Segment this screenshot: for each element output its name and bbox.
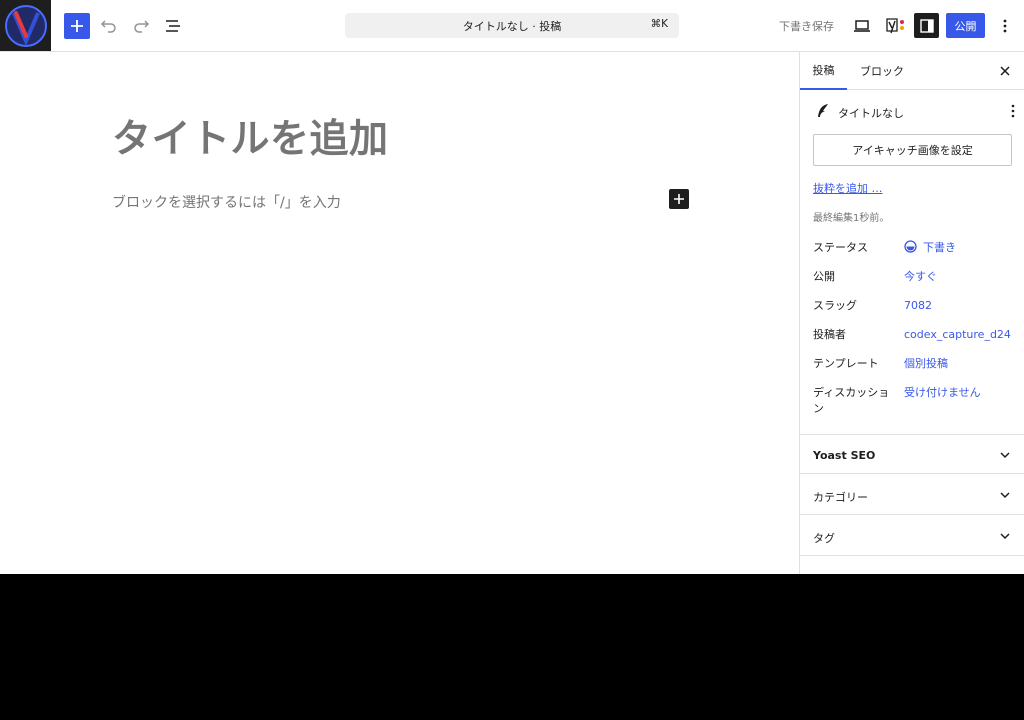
status-value: 下書き: [923, 241, 956, 254]
panel-categories[interactable]: カテゴリー: [800, 473, 1024, 515]
close-sidebar-button[interactable]: [997, 63, 1013, 79]
undo-icon: [100, 20, 116, 33]
meta-row-discussion: ディスカッション 受け付けません: [813, 385, 1013, 417]
redo-button[interactable]: [128, 13, 154, 39]
meta-row-author: 投稿者 codex_capture_d24: [813, 327, 1013, 343]
panel-title: Yoast SEO: [813, 449, 876, 462]
command-palette-bar[interactable]: タイトルなし · 投稿 ⌘K: [345, 13, 679, 38]
sidebar-toggle-icon: [919, 18, 934, 33]
yoast-icon: [886, 18, 904, 34]
meta-row-slug: スラッグ 7082: [813, 298, 1013, 314]
plus-icon: [71, 20, 83, 32]
default-block-appender[interactable]: ブロックを選択するには「/」を入力: [112, 192, 341, 212]
editor-app: タイトルなし · 投稿 ⌘K 下書き保存 公開 タイトルを追加 ブロックを選択す…: [0, 0, 1024, 574]
meta-row-template: テンプレート 個別投稿: [813, 356, 1013, 372]
tab-post-label: 投稿: [812, 64, 835, 77]
meta-row-status: ステータス 下書き: [813, 240, 1013, 256]
chevron-down-icon: [1000, 492, 1010, 499]
tab-block-label: ブロック: [860, 65, 904, 78]
meta-label: ディスカッション: [813, 386, 890, 415]
document-title: タイトルなし · 投稿: [462, 20, 562, 33]
discussion-button[interactable]: 受け付けません: [904, 385, 981, 401]
site-logo-icon: [4, 4, 47, 47]
options-menu-button[interactable]: [992, 13, 1018, 39]
chevron-down-icon: [1000, 533, 1010, 540]
post-actions-button[interactable]: [1010, 103, 1016, 123]
editor-header: タイトルなし · 投稿 ⌘K 下書き保存 公開: [0, 0, 1024, 52]
slug-button[interactable]: 7082: [904, 298, 932, 314]
redo-icon: [134, 20, 150, 33]
tab-post[interactable]: 投稿: [800, 52, 847, 90]
plus-icon: [674, 194, 684, 204]
document-overview-button[interactable]: [160, 13, 186, 39]
settings-sidebar-toggle[interactable]: [914, 13, 939, 38]
status-value-button[interactable]: 下書き: [904, 240, 956, 256]
panel-yoast-seo[interactable]: Yoast SEO: [800, 434, 1024, 474]
set-featured-image-button[interactable]: アイキャッチ画像を設定: [813, 134, 1012, 166]
meta-label: ステータス: [813, 241, 868, 254]
draft-status-icon: [904, 240, 917, 253]
meta-label: 投稿者: [813, 328, 846, 341]
site-logo[interactable]: [0, 0, 51, 51]
editor-canvas: タイトルを追加 ブロックを選択するには「/」を入力: [0, 52, 799, 574]
panel-tags[interactable]: タグ: [800, 514, 1024, 556]
last-edited-text: 最終編集1秒前。: [813, 213, 890, 224]
author-button[interactable]: codex_capture_d24: [904, 327, 1011, 343]
publish-button[interactable]: 公開: [946, 13, 985, 38]
settings-sidebar: 投稿 ブロック タイトルなし アイキャッチ画像を設定 抜粋を追加 … 最終編集1…: [799, 52, 1024, 574]
preview-button[interactable]: [849, 13, 875, 39]
meta-label: スラッグ: [813, 299, 857, 312]
post-title-input[interactable]: タイトルを追加: [112, 108, 389, 164]
more-vertical-icon: [1011, 104, 1015, 118]
meta-row-publish: 公開 今すぐ: [813, 269, 1013, 285]
feather-icon: [818, 104, 828, 117]
add-block-button[interactable]: [64, 13, 90, 39]
publish-date-button[interactable]: 今すぐ: [904, 269, 937, 285]
undo-button[interactable]: [96, 13, 122, 39]
meta-label: テンプレート: [813, 357, 879, 370]
laptop-icon: [854, 20, 870, 32]
sidebar-tabs: 投稿 ブロック: [800, 52, 1024, 90]
post-summary-title: タイトルなし: [838, 107, 904, 120]
chevron-down-icon: [1000, 452, 1010, 459]
tab-block[interactable]: ブロック: [860, 52, 904, 90]
shortcut-hint: ⌘K: [650, 18, 668, 30]
yoast-button[interactable]: [881, 13, 907, 39]
meta-label: 公開: [813, 270, 835, 283]
close-icon: [1000, 66, 1010, 76]
more-vertical-icon: [1003, 19, 1007, 33]
template-button[interactable]: 個別投稿: [904, 356, 948, 372]
panel-title: カテゴリー: [813, 491, 868, 504]
panel-title: タグ: [813, 532, 835, 545]
post-summary-row: タイトルなし: [814, 102, 1015, 122]
save-draft-button[interactable]: 下書き保存: [779, 18, 834, 34]
list-view-icon: [166, 20, 180, 32]
add-excerpt-link[interactable]: 抜粋を追加 …: [813, 180, 883, 196]
inline-add-block-button[interactable]: [669, 189, 689, 209]
